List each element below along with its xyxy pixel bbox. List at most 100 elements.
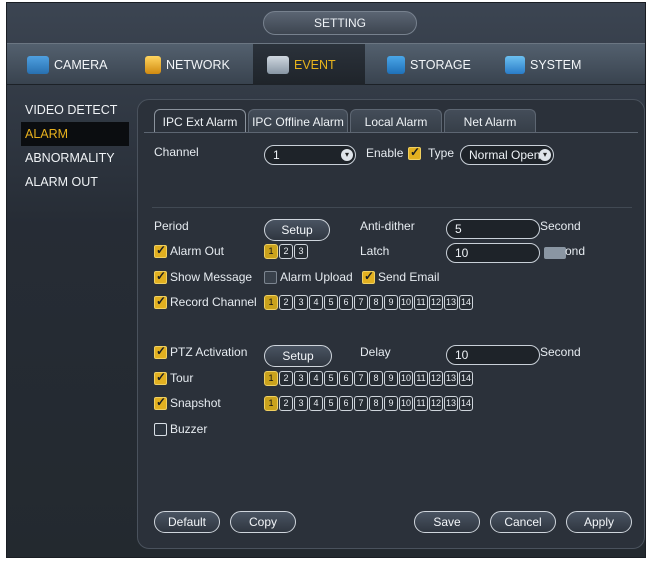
snapshot-channel[interactable]: 5: [324, 396, 338, 411]
cancel-button[interactable]: Cancel: [490, 511, 556, 533]
snapshot-channel[interactable]: 1: [264, 396, 278, 411]
subtab-local-alarm[interactable]: Local Alarm: [350, 109, 442, 133]
event-icon: [267, 55, 289, 74]
record-channel[interactable]: 4: [309, 295, 323, 310]
anti-dither-input[interactable]: 5: [446, 219, 540, 239]
send-email-checkbox[interactable]: [362, 269, 375, 284]
copy-button[interactable]: Copy: [230, 511, 296, 533]
tab-network[interactable]: NETWORK: [141, 44, 251, 85]
keyboard-icon[interactable]: [544, 247, 566, 259]
ptz-activation-checkbox[interactable]: [154, 344, 167, 359]
channel-select-value: 1: [273, 148, 280, 162]
ptz-setup-button[interactable]: Setup: [264, 345, 332, 367]
sidebar-item-video-detect[interactable]: VIDEO DETECT: [21, 98, 141, 122]
record-channel[interactable]: 3: [294, 295, 308, 310]
snapshot-channel[interactable]: 3: [294, 396, 308, 411]
buzzer-checkbox[interactable]: [154, 423, 167, 436]
record-channel[interactable]: 13: [444, 295, 458, 310]
tab-system[interactable]: SYSTEM: [501, 44, 611, 85]
tour-channel[interactable]: 2: [279, 371, 293, 386]
tour-channel[interactable]: 10: [399, 371, 413, 386]
latch-input[interactable]: 10: [446, 243, 540, 263]
type-select[interactable]: Normal Open ▾: [460, 145, 554, 165]
alarm-out-checkbox[interactable]: [154, 243, 167, 258]
tab-camera-label: CAMERA: [54, 57, 108, 72]
alarm-settings-panel: IPC Ext Alarm IPC Offline Alarm Local Al…: [137, 99, 645, 549]
alarm-out-channel[interactable]: 2: [279, 244, 293, 259]
period-setup-button[interactable]: Setup: [264, 219, 330, 241]
record-channel[interactable]: 5: [324, 295, 338, 310]
tour-label: Tour: [170, 371, 194, 385]
record-channel[interactable]: 14: [459, 295, 473, 310]
tour-channel[interactable]: 7: [354, 371, 368, 386]
snapshot-channel[interactable]: 10: [399, 396, 413, 411]
sidebar-item-abnormality[interactable]: ABNORMALITY: [21, 146, 141, 170]
tour-channel[interactable]: 8: [369, 371, 383, 386]
channel-select[interactable]: 1 ▾: [264, 145, 356, 165]
tour-channel[interactable]: 12: [429, 371, 443, 386]
tab-event[interactable]: EVENT: [253, 44, 365, 85]
record-channel-checkbox[interactable]: [154, 294, 167, 309]
alarm-upload-checkbox[interactable]: [264, 271, 277, 284]
record-channel[interactable]: 8: [369, 295, 383, 310]
camera-icon: [27, 55, 49, 74]
subtab-ipc-offline-alarm[interactable]: IPC Offline Alarm: [248, 109, 348, 133]
tour-channel[interactable]: 6: [339, 371, 353, 386]
tour-channel[interactable]: 11: [414, 371, 428, 386]
delay-input[interactable]: 10: [446, 345, 540, 365]
alarm-out-channel[interactable]: 3: [294, 244, 308, 259]
buzzer-label: Buzzer: [170, 422, 208, 436]
send-email-label: Send Email: [378, 270, 440, 284]
tour-channel[interactable]: 13: [444, 371, 458, 386]
chevron-down-icon: ▾: [539, 149, 551, 161]
show-message-checkbox[interactable]: [154, 269, 167, 284]
record-channel[interactable]: 6: [339, 295, 353, 310]
snapshot-channel[interactable]: 7: [354, 396, 368, 411]
record-channel[interactable]: 7: [354, 295, 368, 310]
tour-channel[interactable]: 5: [324, 371, 338, 386]
ptz-activation-label: PTZ Activation: [170, 345, 248, 359]
enable-checkbox[interactable]: [408, 145, 421, 160]
snapshot-channel[interactable]: 12: [429, 396, 443, 411]
alarm-upload-label: Alarm Upload: [280, 270, 353, 284]
record-channel[interactable]: 9: [384, 295, 398, 310]
tab-storage-label: STORAGE: [410, 57, 471, 72]
snapshot-channel[interactable]: 11: [414, 396, 428, 411]
tour-channel[interactable]: 9: [384, 371, 398, 386]
tab-camera[interactable]: CAMERA: [21, 44, 131, 85]
snapshot-channel[interactable]: 2: [279, 396, 293, 411]
snapshot-checkbox[interactable]: [154, 395, 167, 410]
snapshot-channel[interactable]: 14: [459, 396, 473, 411]
snapshot-channel[interactable]: 9: [384, 396, 398, 411]
tour-channel[interactable]: 4: [309, 371, 323, 386]
record-channel[interactable]: 12: [429, 295, 443, 310]
window-title: SETTING: [263, 11, 417, 35]
sidebar-item-alarm[interactable]: ALARM: [21, 122, 129, 146]
network-icon: [145, 55, 161, 74]
tour-checkbox[interactable]: [154, 370, 167, 385]
tour-channels: 1 2 3 4 5 6 7 8 9 10 11 12 13 14: [264, 371, 473, 386]
record-channel[interactable]: 2: [279, 295, 293, 310]
subtab-net-alarm[interactable]: Net Alarm: [444, 109, 536, 133]
record-channel[interactable]: 1: [264, 295, 278, 310]
save-button[interactable]: Save: [414, 511, 480, 533]
alarm-out-channel[interactable]: 1: [264, 244, 278, 259]
tour-channel[interactable]: 14: [459, 371, 473, 386]
sidebar-item-alarm-out[interactable]: ALARM OUT: [21, 170, 141, 194]
latch-label: Latch: [360, 244, 390, 258]
tab-storage[interactable]: STORAGE: [383, 44, 493, 85]
snapshot-channel[interactable]: 4: [309, 396, 323, 411]
snapshot-channel[interactable]: 13: [444, 396, 458, 411]
default-button[interactable]: Default: [154, 511, 220, 533]
tour-channel[interactable]: 1: [264, 371, 278, 386]
record-channel[interactable]: 11: [414, 295, 428, 310]
snapshot-channel[interactable]: 8: [369, 396, 383, 411]
tour-channel[interactable]: 3: [294, 371, 308, 386]
tab-network-label: NETWORK: [166, 57, 230, 72]
record-channel-label: Record Channel: [170, 295, 257, 309]
record-channel[interactable]: 10: [399, 295, 413, 310]
subtab-ipc-ext-alarm[interactable]: IPC Ext Alarm: [154, 109, 246, 133]
snapshot-channel[interactable]: 6: [339, 396, 353, 411]
anti-dither-label: Anti-dither: [360, 219, 415, 233]
apply-button[interactable]: Apply: [566, 511, 632, 533]
